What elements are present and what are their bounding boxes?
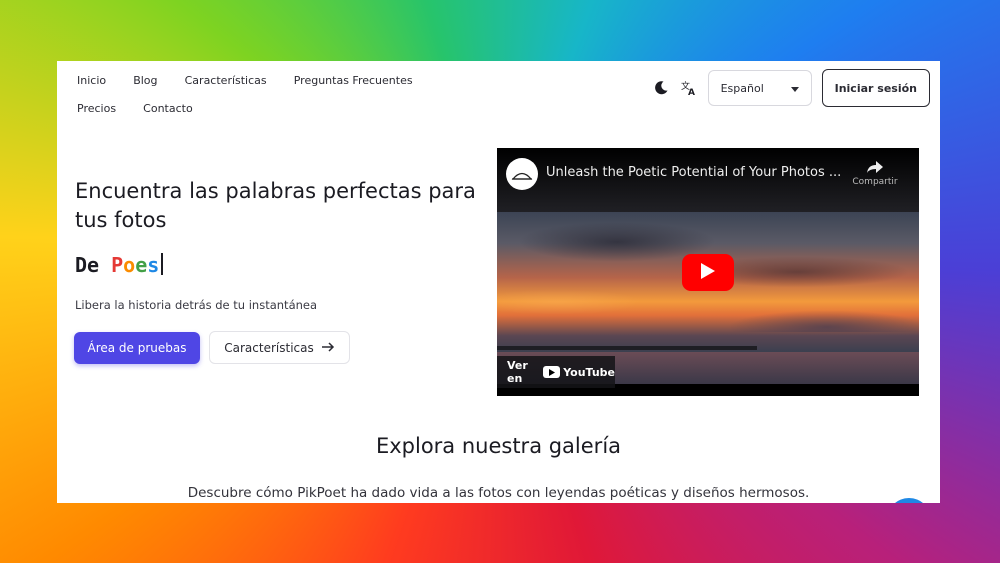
typed-headline: De Poes bbox=[75, 253, 164, 277]
playground-button-label: Área de pruebas bbox=[87, 341, 187, 355]
nav-link-caracteristicas[interactable]: Características bbox=[185, 67, 267, 95]
language-select[interactable]: Español bbox=[707, 70, 812, 106]
share-label: Compartir bbox=[852, 177, 898, 187]
share-icon bbox=[845, 160, 905, 177]
nav-link-blog[interactable]: Blog bbox=[133, 67, 157, 95]
youtube-video-embed[interactable]: Unleash the Poetic Potential of Your Pho… bbox=[497, 148, 919, 396]
login-button[interactable]: Iniciar sesión bbox=[821, 69, 930, 107]
app-window: Inicio Blog Características Preguntas Fr… bbox=[57, 61, 940, 503]
typed-letter: P bbox=[111, 253, 124, 277]
nav-link-faq[interactable]: Preguntas Frecuentes bbox=[294, 67, 413, 95]
youtube-logo-text: YouTube bbox=[563, 365, 615, 379]
language-select-value: Español bbox=[720, 81, 764, 95]
typed-word: Poes bbox=[111, 253, 159, 277]
share-button[interactable]: Compartir bbox=[845, 160, 905, 187]
features-button-label: Características bbox=[224, 340, 314, 355]
moon-icon[interactable] bbox=[652, 79, 670, 97]
hero-subtitle: Libera la historia detrás de tu instantá… bbox=[75, 298, 318, 312]
features-button[interactable]: Características bbox=[209, 331, 350, 364]
watch-on-youtube[interactable]: Ver en YouTube bbox=[497, 356, 615, 388]
typed-letter: o bbox=[123, 253, 136, 277]
text-caret bbox=[161, 253, 164, 275]
translate-icon[interactable]: 文A bbox=[680, 79, 698, 97]
typed-prefix: De bbox=[75, 253, 112, 277]
svg-text:A: A bbox=[688, 88, 695, 96]
caret-down-icon bbox=[790, 82, 799, 95]
watch-on-label: Ver en bbox=[507, 359, 528, 385]
play-button[interactable] bbox=[682, 254, 734, 291]
gallery-subtitle: Descubre cómo PikPoet ha dado vida a las… bbox=[187, 485, 810, 501]
channel-avatar[interactable] bbox=[506, 158, 538, 190]
nav-link-contacto[interactable]: Contacto bbox=[143, 95, 193, 123]
nav-actions: 文A Español Iniciar sesión bbox=[652, 69, 930, 107]
youtube-play-icon bbox=[543, 366, 561, 378]
nav-link-inicio[interactable]: Inicio bbox=[77, 67, 106, 95]
playground-button[interactable]: Área de pruebas bbox=[74, 332, 200, 364]
typed-letter: e bbox=[135, 253, 148, 277]
main-nav: Inicio Blog Características Preguntas Fr… bbox=[77, 67, 497, 123]
thumbnail-bridge bbox=[497, 346, 757, 350]
nav-link-precios[interactable]: Precios bbox=[77, 95, 116, 123]
video-title[interactable]: Unleash the Poetic Potential of Your Pho… bbox=[546, 165, 841, 180]
hero-title: Encuentra las palabras perfectas para tu… bbox=[75, 179, 476, 232]
play-icon bbox=[701, 262, 715, 283]
gallery-title: Explora nuestra galería bbox=[375, 434, 622, 458]
youtube-logo: YouTube bbox=[543, 366, 615, 379]
arrow-right-icon bbox=[321, 341, 335, 355]
typed-letter: s bbox=[147, 253, 160, 277]
